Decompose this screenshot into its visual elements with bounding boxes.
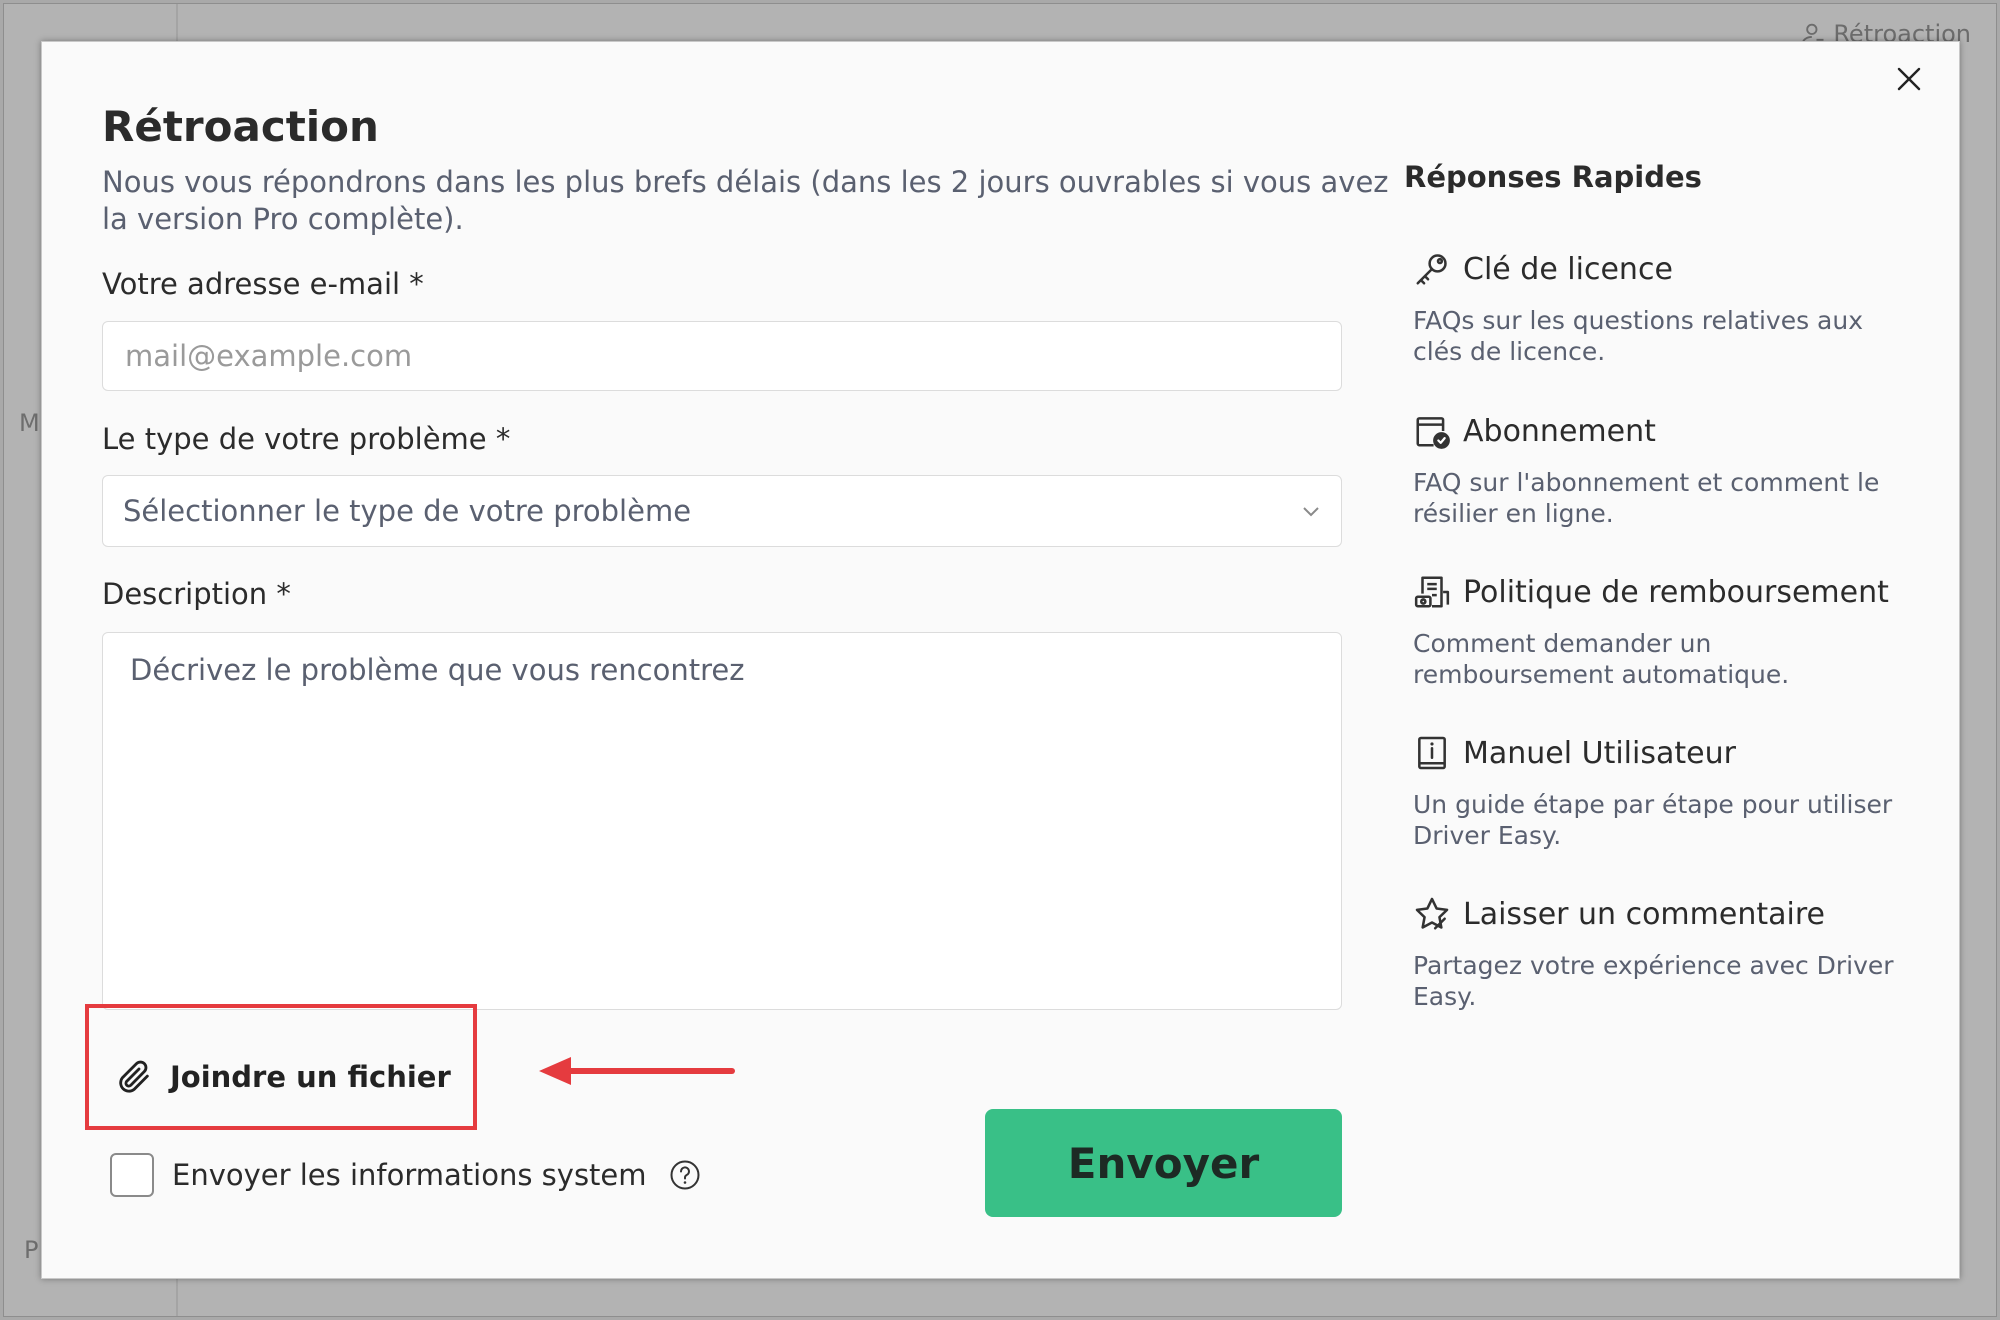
quick-answer-description: Un guide étape par étape pour utiliser D… — [1413, 790, 1893, 850]
email-label: Votre adresse e-mail * — [102, 267, 424, 301]
dialog-subtitle: Nous vous répondrons dans les plus brefs… — [102, 165, 1389, 236]
attach-file-button[interactable]: Joindre un fichier — [114, 1057, 451, 1097]
description-field[interactable] — [102, 632, 1342, 1010]
quick-answer-title: Abonnement — [1463, 413, 1656, 449]
quick-answer-description: Partagez votre expérience avec Driver Ea… — [1413, 951, 1894, 1011]
problem-type-selected: Sélectionner le type de votre problème — [123, 494, 692, 528]
problem-type-label: Le type de votre problème * — [102, 422, 511, 456]
quick-answer-license-key[interactable]: Clé de licence FAQs sur les questions re… — [1413, 247, 1903, 367]
feedback-dialog: Rétroaction Nous vous répondrons dans le… — [41, 41, 1960, 1279]
description-label: Description * — [102, 577, 291, 611]
quick-answer-user-manual[interactable]: Manuel Utilisateur Un guide étape par ét… — [1413, 731, 1903, 851]
send-system-info-label: Envoyer les informations system — [172, 1158, 647, 1192]
manual-icon — [1418, 736, 1446, 770]
quick-answer-title: Manuel Utilisateur — [1463, 735, 1736, 771]
help-icon[interactable] — [669, 1159, 701, 1191]
close-icon — [1897, 67, 1921, 91]
quick-answer-title: Laisser un commentaire — [1463, 896, 1825, 932]
quick-answer-refund-policy[interactable]: Politique de remboursement Comment deman… — [1413, 570, 1903, 690]
star-icon — [1415, 897, 1449, 930]
quick-answer-description: FAQ sur l'abonnement et comment le résil… — [1413, 468, 1880, 528]
quick-answer-leave-comment[interactable]: Laisser un commentaire Partagez votre ex… — [1413, 892, 1903, 1012]
paperclip-icon — [119, 1060, 149, 1093]
quick-answer-subscription[interactable]: Abonnement FAQ sur l'abonnement et comme… — [1413, 409, 1903, 529]
chevron-down-icon — [1303, 507, 1319, 517]
quick-answer-description: FAQs sur les questions relatives aux clé… — [1413, 306, 1863, 366]
key-icon — [1416, 254, 1447, 285]
send-system-info-checkbox[interactable] — [110, 1153, 154, 1197]
quick-answer-title: Clé de licence — [1463, 251, 1673, 287]
subscription-icon — [1416, 417, 1450, 449]
arrow-left-icon — [539, 1057, 735, 1085]
quick-answer-description: Comment demander un remboursement automa… — [1413, 629, 1790, 689]
background-sidebar-text: P — [24, 1236, 39, 1264]
attach-file-label: Joindre un fichier — [170, 1060, 451, 1094]
background-sidebar-text: M — [19, 409, 40, 437]
refund-icon — [1414, 576, 1450, 608]
quick-answers-title: Réponses Rapides — [1404, 160, 1702, 194]
close-button[interactable] — [1889, 59, 1929, 99]
send-button[interactable]: Envoyer — [985, 1109, 1342, 1217]
email-field[interactable] — [102, 321, 1342, 391]
send-system-info-row: Envoyer les informations system — [110, 1153, 701, 1197]
problem-type-select[interactable]: Sélectionner le type de votre problème — [102, 475, 1342, 547]
quick-answer-title: Politique de remboursement — [1463, 574, 1889, 610]
dialog-title: Rétroaction — [102, 102, 379, 151]
